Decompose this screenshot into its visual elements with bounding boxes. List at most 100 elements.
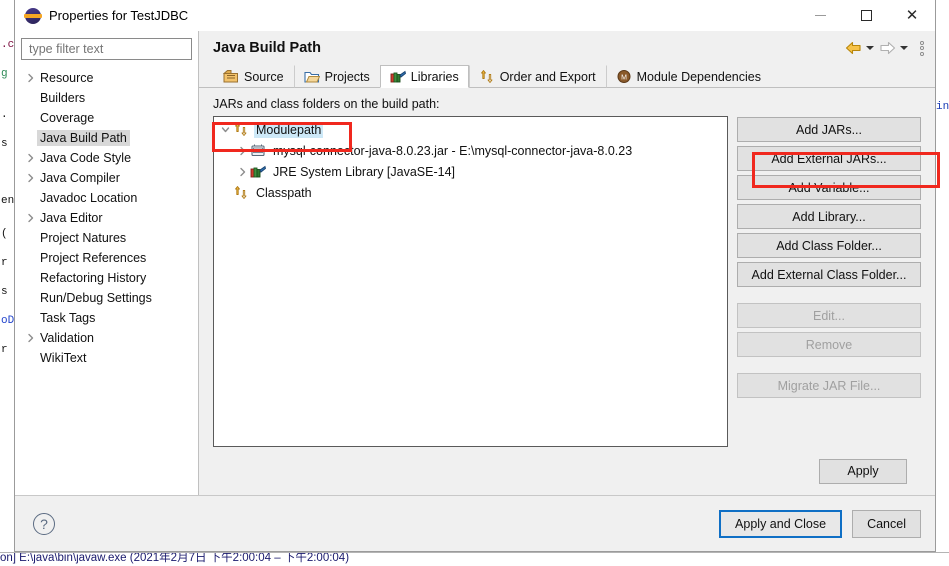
add-external-jars-button[interactable]: Add External JARs...	[737, 146, 921, 171]
forward-dropdown-chevron-down-icon[interactable]	[897, 38, 911, 58]
tab-order-and-export[interactable]: Order and Export	[468, 65, 606, 88]
sidebar-item-java-editor[interactable]: Java Editor	[15, 208, 198, 228]
close-button[interactable]: ✕	[889, 0, 935, 31]
chevron-right-icon[interactable]	[23, 213, 37, 223]
tree-row-label: mysql-connector-java-8.0.23.jar - E:\mys…	[273, 143, 633, 158]
apply-button[interactable]: Apply	[819, 458, 907, 484]
filter-box[interactable]	[21, 38, 192, 60]
dialog-title: Properties for TestJDBC	[49, 8, 189, 23]
sidebar-item-label: Project References	[40, 251, 147, 265]
help-icon[interactable]: ?	[33, 512, 55, 535]
panel-main: Modulepath 010 mysql-connector-java-8.0.23…	[213, 116, 921, 447]
sidebar-item-label: Java Compiler	[40, 171, 120, 185]
sidebar-item-resource[interactable]: Resource	[15, 68, 198, 88]
dialog-footer: ? Apply and Close Cancel	[15, 495, 935, 551]
sidebar-item-label: Run/Debug Settings	[40, 291, 152, 305]
libraries-books-icon	[390, 69, 406, 84]
tree-row-label: Classpath	[256, 185, 312, 200]
projects-folder-icon	[304, 69, 320, 84]
tree-row[interactable]: JRE System Library [JavaSE-14]	[214, 161, 727, 182]
chevron-right-icon[interactable]	[23, 333, 37, 343]
background-code-left: .c g. s en (r s oD r	[0, 0, 14, 552]
tree-row[interactable]: Classpath	[214, 182, 727, 203]
background-code-fragment: r	[1, 344, 8, 356]
libraries-books-icon	[250, 164, 267, 179]
background-code-fragment: .c	[1, 39, 14, 51]
sidebar-item-project-natures[interactable]: Project Natures	[15, 228, 198, 248]
forward-arrow-icon[interactable]	[877, 38, 897, 58]
sidebar-item-wikitext[interactable]: WikiText	[15, 348, 198, 368]
sidebar-item-javadoc-location[interactable]: Javadoc Location	[15, 188, 198, 208]
libraries-panel: JARs and class folders on the build path…	[199, 88, 935, 495]
chevron-right-icon[interactable]	[23, 73, 37, 83]
tab-label: Source	[244, 69, 284, 84]
tab-label: Module Dependencies	[636, 69, 761, 84]
sidebar-item-label: Task Tags	[40, 311, 96, 325]
add-library-button[interactable]: Add Library...	[737, 204, 921, 229]
back-dropdown-chevron-down-icon[interactable]	[863, 38, 877, 58]
svg-text:M: M	[621, 75, 627, 82]
build-path-buttons: Add JARs... Add External JARs... Add Varia…	[737, 116, 921, 447]
minimize-button[interactable]	[797, 0, 843, 31]
sidebar-item-coverage[interactable]: Coverage	[15, 108, 198, 128]
sidebar-item-builders[interactable]: Builders	[15, 88, 198, 108]
tab-projects[interactable]: Projects	[293, 65, 380, 88]
sidebar-item-label: WikiText	[40, 351, 87, 365]
sidebar-item-run-debug-settings[interactable]: Run/Debug Settings	[15, 288, 198, 308]
search-input[interactable]	[27, 41, 186, 57]
tab-label: Projects	[324, 69, 370, 84]
sidebar-item-refactoring-history[interactable]: Refactoring History	[15, 268, 198, 288]
eclipse-icon	[24, 7, 42, 24]
chevron-right-icon[interactable]	[23, 173, 37, 183]
background-code-fragment: s	[1, 286, 8, 298]
tab-libraries[interactable]: Libraries	[379, 65, 469, 88]
sidebar-item-label: Project Natures	[40, 231, 127, 245]
background-code-fragment: (	[1, 228, 8, 240]
chevron-right-icon[interactable]	[234, 167, 250, 177]
chevron-right-icon[interactable]	[23, 153, 37, 163]
background-code-fragment: oD	[1, 315, 14, 327]
sidebar-item-java-code-style[interactable]: Java Code Style	[15, 148, 198, 168]
apply-and-close-button[interactable]: Apply and Close	[719, 509, 843, 538]
cancel-button[interactable]: Cancel	[852, 509, 921, 538]
sidebar-item-label: Validation	[40, 331, 94, 345]
tree-row-label: Modulepath	[254, 121, 324, 138]
nav-toolbar	[843, 38, 931, 58]
settings-sidebar: Resource Builders Coverage Java Build Path J…	[15, 31, 199, 495]
close-icon: ✕	[905, 6, 919, 24]
tree-row[interactable]: Modulepath	[214, 119, 727, 140]
sidebar-item-task-tags[interactable]: Task Tags	[15, 308, 198, 328]
add-class-folder-button[interactable]: Add Class Folder...	[737, 233, 921, 258]
dialog-body: Resource Builders Coverage Java Build Path J…	[15, 31, 935, 495]
background-code-fragment: en	[1, 195, 14, 207]
sidebar-item-java-compiler[interactable]: Java Compiler	[15, 168, 198, 188]
source-folder-icon	[222, 69, 239, 84]
add-jars-button[interactable]: Add JARs...	[737, 117, 921, 142]
sidebar-item-project-references[interactable]: Project References	[15, 248, 198, 268]
maximize-button[interactable]	[843, 0, 889, 31]
tab-bar: Source Projects Libraries Order and Export M…	[199, 65, 935, 88]
migrate-jar-file-button: Migrate JAR File...	[737, 373, 921, 398]
build-path-tree[interactable]: Modulepath 010 mysql-connector-java-8.0.23…	[213, 116, 728, 447]
sidebar-item-label: Refactoring History	[40, 271, 147, 285]
sidebar-item-label: Java Editor	[40, 211, 103, 225]
modulepath-arrows-icon	[233, 185, 249, 200]
properties-dialog: Properties for TestJDBC ✕ Resource Builde…	[14, 0, 936, 552]
remove-button: Remove	[737, 332, 921, 357]
sidebar-item-validation[interactable]: Validation	[15, 328, 198, 348]
tab-source[interactable]: Source	[213, 65, 294, 88]
background-code-fragment: g	[1, 68, 8, 80]
add-variable-button[interactable]: Add Variable...	[737, 175, 921, 200]
tree-row[interactable]: 010 mysql-connector-java-8.0.23.jar - E:\…	[214, 140, 727, 161]
chevron-right-icon[interactable]	[234, 146, 250, 156]
chevron-down-icon[interactable]	[217, 125, 233, 135]
add-external-class-folder-button[interactable]: Add External Class Folder...	[737, 262, 921, 287]
back-arrow-icon[interactable]	[843, 38, 863, 58]
view-menu-icon[interactable]	[913, 38, 931, 58]
svg-text:010: 010	[254, 149, 262, 154]
settings-tree[interactable]: Resource Builders Coverage Java Build Path J…	[15, 66, 198, 495]
modulepath-arrows-icon	[233, 122, 249, 137]
sidebar-item-java-build-path[interactable]: Java Build Path	[15, 128, 198, 148]
tab-module-dependencies[interactable]: M Module Dependencies	[605, 65, 771, 88]
sidebar-item-label: Builders	[40, 91, 86, 105]
